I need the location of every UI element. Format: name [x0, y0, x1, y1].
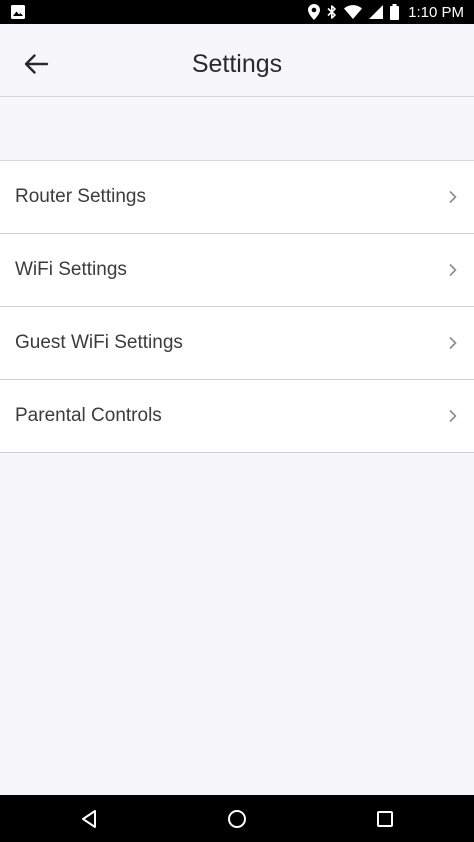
- wifi-icon: [344, 5, 363, 19]
- back-button[interactable]: [16, 44, 56, 84]
- back-triangle-icon: [82, 810, 96, 828]
- bluetooth-icon: [327, 4, 337, 20]
- image-notification-icon: [10, 4, 26, 20]
- status-time: 1:10 PM: [408, 3, 464, 21]
- guest-wifi-settings-item[interactable]: Guest WiFi Settings: [0, 307, 474, 380]
- battery-icon: [390, 4, 400, 20]
- app-header: Settings: [0, 24, 474, 97]
- location-icon: [308, 4, 321, 20]
- navigation-bar: [0, 795, 474, 842]
- empty-content-area: [0, 453, 474, 795]
- list-item-label: Guest WiFi Settings: [15, 332, 183, 353]
- chevron-right-icon: [449, 409, 457, 423]
- nav-recents-button[interactable]: [369, 803, 401, 835]
- list-item-label: Parental Controls: [15, 405, 162, 426]
- arrow-left-icon: [24, 54, 49, 74]
- router-settings-item[interactable]: Router Settings: [0, 161, 474, 234]
- nav-home-button[interactable]: [221, 803, 253, 835]
- status-bar: 1:10 PM: [0, 0, 474, 24]
- list-item-label: Router Settings: [15, 186, 146, 207]
- chevron-right-icon: [449, 263, 457, 277]
- chevron-right-icon: [449, 190, 457, 204]
- parental-controls-item[interactable]: Parental Controls: [0, 380, 474, 453]
- signal-icon: [369, 5, 384, 19]
- page-title: Settings: [191, 50, 283, 78]
- status-icons: 1:10 PM: [308, 0, 464, 24]
- wifi-settings-item[interactable]: WiFi Settings: [0, 234, 474, 307]
- recents-square-icon: [377, 811, 393, 827]
- list-item-label: WiFi Settings: [15, 259, 127, 280]
- home-circle-icon: [228, 810, 246, 828]
- nav-back-button[interactable]: [73, 803, 105, 835]
- section-spacer: [0, 97, 474, 161]
- chevron-right-icon: [449, 336, 457, 350]
- settings-list: Router Settings WiFi Settings Guest WiFi…: [0, 161, 474, 453]
